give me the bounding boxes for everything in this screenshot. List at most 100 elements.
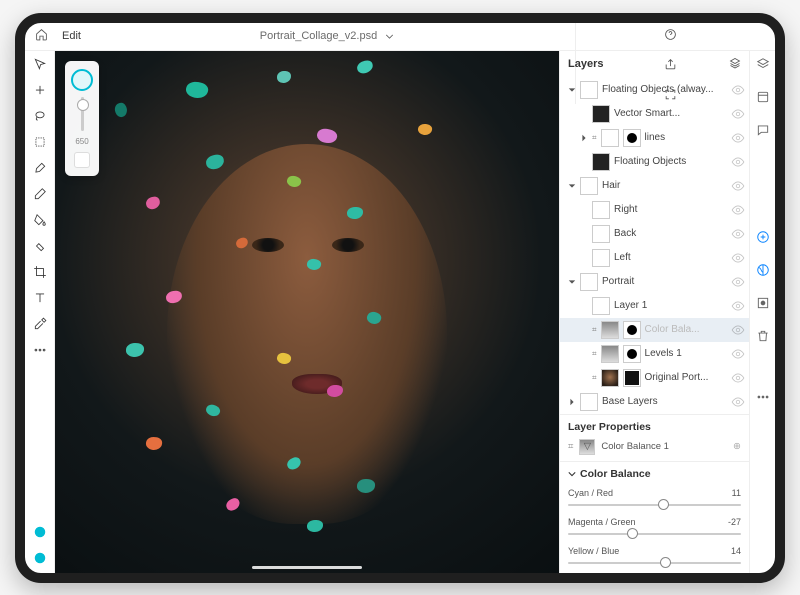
layer-name: Levels 1 [645,348,727,359]
disclosure-triangle-icon[interactable] [568,278,576,286]
add-tool-icon[interactable] [33,83,47,97]
visibility-icon[interactable] [731,107,745,121]
layer-thumb [601,321,619,339]
layers-icon[interactable] [756,57,770,76]
layer-group[interactable]: Base Layers [560,390,749,414]
layer-mask-thumb [623,129,641,147]
color-balance-slider[interactable] [568,533,741,535]
visibility-icon[interactable] [731,299,745,313]
layer-item[interactable]: ⌗Original Port... [560,366,749,390]
color-balance-section: Color Balance Cyan / Red11Magenta / Gree… [560,461,749,573]
layer-item[interactable]: Vector Smart... [560,102,749,126]
healing-tool-icon[interactable] [33,239,47,253]
layer-name: Back [614,228,727,239]
brush-tool-icon[interactable] [33,161,47,175]
layer-thumb [580,273,598,291]
slider-label: Magenta / Green [568,517,636,527]
document-title[interactable]: Portrait_Collage_v2.psd [260,30,377,42]
brush-size-slider[interactable] [81,97,84,131]
crop-tool-icon[interactable] [33,265,47,279]
canvas[interactable]: 650 [55,51,559,573]
visibility-icon[interactable] [731,371,745,385]
add-layer-icon[interactable] [756,230,770,249]
color-balance-slider[interactable] [568,504,741,506]
chevron-down-icon[interactable] [383,30,396,43]
help-icon[interactable] [664,28,677,44]
mask-icon[interactable] [756,296,770,315]
layer-name: Vector Smart... [614,108,727,119]
comments-icon[interactable] [756,123,770,142]
visibility-icon[interactable] [731,83,745,97]
visibility-icon[interactable] [731,251,745,265]
paint-fleck [307,520,323,532]
trash-icon[interactable] [756,329,770,348]
layer-properties-title: Layer Properties [568,421,741,433]
visibility-icon[interactable] [731,179,745,193]
layer-thumb [601,129,619,147]
brush-preset-icon[interactable] [74,152,90,168]
disclosure-triangle-icon[interactable] [568,182,576,190]
visibility-icon[interactable] [731,227,745,241]
layer-thumb [580,81,598,99]
redo-icon[interactable] [664,13,677,15]
layer-item[interactable]: ⌗Levels 1 [560,342,749,366]
adjustments-icon[interactable] [756,263,770,282]
left-toolbar [25,51,55,573]
layer-item[interactable]: ⌗lines [560,126,749,150]
more-tools-icon[interactable] [33,343,47,357]
layers-panel-menu-icon[interactable] [729,57,741,72]
layer-name: lines [645,132,727,143]
ipad-frame: Edit Portrait_Collage_v2.psd 650 [15,13,785,583]
visibility-icon[interactable] [731,275,745,289]
more-icon[interactable] [756,390,770,409]
layer-item[interactable]: Left [560,246,749,270]
portrait-shape [167,144,447,524]
color-balance-slider[interactable] [568,562,741,564]
edit-menu[interactable]: Edit [62,30,81,42]
layer-thumb [592,201,610,219]
properties-icon[interactable] [756,90,770,109]
text-tool-icon[interactable] [33,291,47,305]
layer-group[interactable]: Floating Objects (alway... [560,78,749,102]
layer-properties-section: Layer Properties ⌗ ▽ Color Balance 1 ⊕ [560,414,749,461]
home-icon[interactable] [35,28,48,44]
selection-tool-icon[interactable] [33,135,47,149]
move-tool-icon[interactable] [33,57,47,71]
foreground-color-swatch[interactable] [33,525,47,539]
layer-thumb [580,177,598,195]
disclosure-triangle-icon[interactable] [580,134,588,142]
layer-thumb [601,345,619,363]
disclosure-triangle-icon[interactable] [568,86,576,94]
visibility-icon[interactable] [731,155,745,169]
layer-item[interactable]: Back [560,222,749,246]
brush-settings-popover[interactable]: 650 [65,61,99,176]
layer-group[interactable]: Portrait [560,270,749,294]
lasso-tool-icon[interactable] [33,109,47,123]
disclosure-triangle-icon[interactable] [568,398,576,406]
visibility-icon[interactable] [731,131,745,145]
eraser-tool-icon[interactable] [33,187,47,201]
layer-thumb [580,393,598,411]
visibility-icon[interactable] [731,203,745,217]
paint-fleck [125,343,143,358]
layer-item[interactable]: Floating Objects [560,150,749,174]
visibility-icon[interactable] [731,347,745,361]
visibility-icon[interactable] [731,395,745,409]
layer-name: Original Port... [645,372,727,383]
visibility-icon[interactable] [731,323,745,337]
layers-panel: Layers Floating Objects (alway...Vector … [559,51,749,573]
home-bar [252,566,362,569]
layer-properties-more-icon[interactable]: ⊕ [733,441,741,452]
fill-tool-icon[interactable] [33,213,47,227]
slider-value: 14 [731,546,741,556]
slider-label: Cyan / Red [568,488,613,498]
layer-item[interactable]: Layer 1 [560,294,749,318]
slider-value: -27 [728,517,741,527]
layer-group[interactable]: Hair [560,174,749,198]
background-color-swatch[interactable] [33,551,47,565]
eyedropper-tool-icon[interactable] [33,317,47,331]
layer-item[interactable]: ⌗Color Bala... [560,318,749,342]
layer-item[interactable]: Right [560,198,749,222]
chevron-down-icon[interactable] [568,470,576,478]
paint-fleck [356,59,375,75]
